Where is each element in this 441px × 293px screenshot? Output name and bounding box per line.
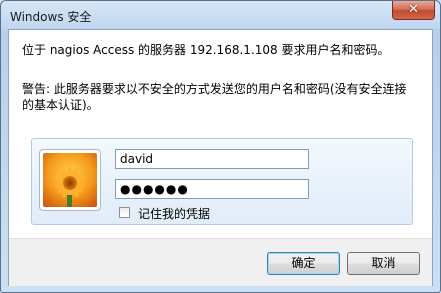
title-bar[interactable]: Windows 安全 ✕ bbox=[1, 1, 440, 29]
dialog-content: 位于 nagios Access 的服务器 192.168.1.108 要求用户… bbox=[8, 29, 433, 286]
flower-avatar-icon bbox=[43, 153, 97, 207]
close-icon: ✕ bbox=[408, 2, 419, 17]
credential-dialog: Windows 安全 ✕ 位于 nagios Access 的服务器 192.1… bbox=[0, 0, 441, 293]
window-title: Windows 安全 bbox=[10, 10, 92, 24]
button-bar: 确定 取消 bbox=[9, 238, 432, 286]
remember-checkbox[interactable] bbox=[119, 207, 130, 218]
security-warning: 警告: 此服务器要求以不安全的方式发送您的用户名和密码(没有安全连接的基本认证)… bbox=[22, 82, 407, 112]
user-tile bbox=[39, 149, 101, 211]
ok-button[interactable]: 确定 bbox=[267, 252, 340, 275]
cancel-button[interactable]: 取消 bbox=[347, 252, 420, 275]
username-field[interactable]: david bbox=[115, 149, 309, 169]
password-field[interactable]: ●●●●●● bbox=[115, 179, 309, 199]
credential-panel: david ●●●●●● 记住我的凭据 bbox=[31, 138, 413, 225]
server-message: 位于 nagios Access 的服务器 192.168.1.108 要求用户… bbox=[22, 43, 390, 57]
close-button[interactable]: ✕ bbox=[392, 1, 435, 20]
remember-label: 记住我的凭据 bbox=[138, 207, 211, 221]
